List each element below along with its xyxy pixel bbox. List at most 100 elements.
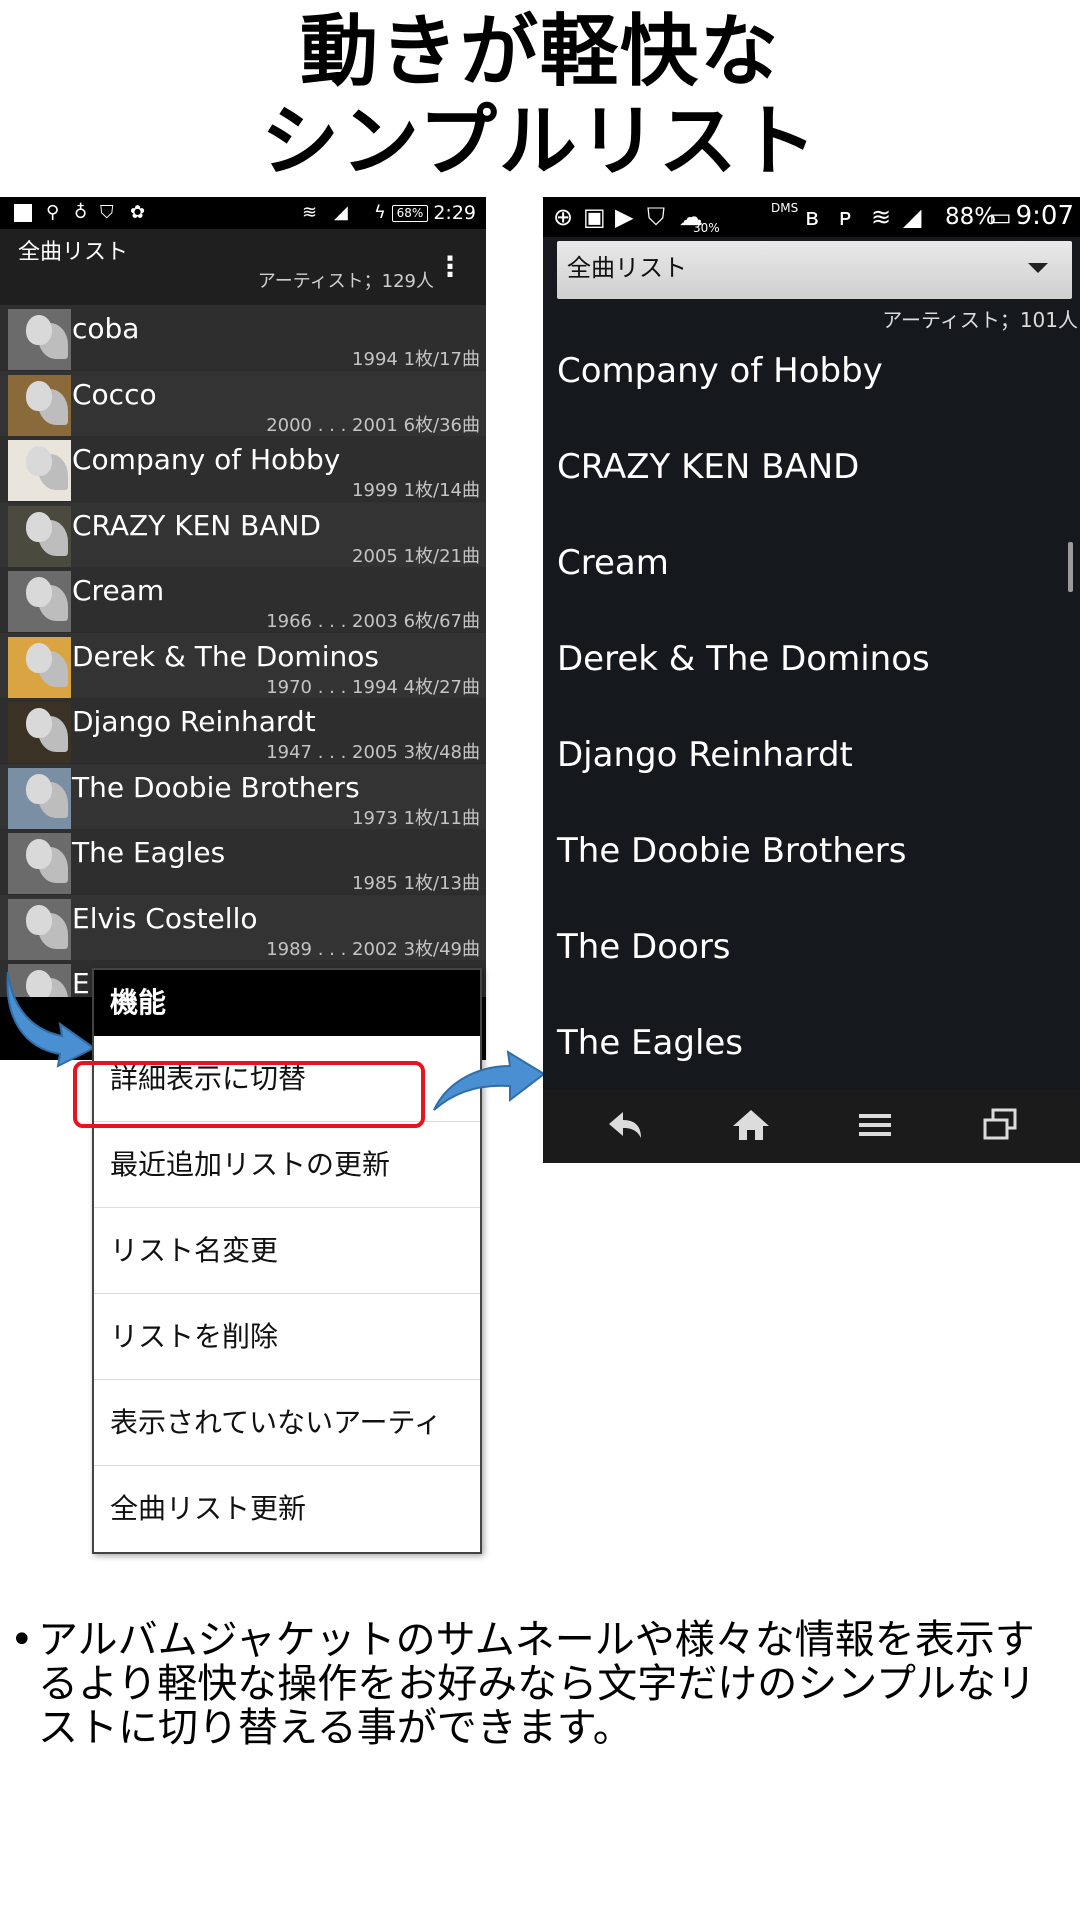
- list-item[interactable]: Cream: [557, 543, 669, 583]
- right-phone-screenshot: ⊕ ▣ ▶ ⛉ ☁ 30% DMS ʙ ᴘ ≋ ◢ 88% ▭ 9:07 全曲リ…: [543, 197, 1080, 1163]
- shield-icon: ⛉: [647, 203, 665, 231]
- list-item[interactable]: Django Reinhardt: [557, 735, 853, 775]
- notification-icon: [14, 204, 32, 222]
- album-thumbnail: [8, 309, 71, 370]
- thumbnail-figure: [26, 708, 52, 738]
- bulb-icon: ♁: [74, 202, 88, 223]
- left-app-header: 全曲リスト アーティスト；129人 ⋮: [0, 229, 486, 305]
- home-icon[interactable]: [721, 1100, 781, 1150]
- artist-meta: 1994 1枚/17曲: [352, 349, 480, 370]
- list-selector-dropdown[interactable]: 全曲リスト: [557, 241, 1072, 299]
- charging-icon: ϟ: [374, 202, 386, 223]
- artist-meta: 1999 1枚/14曲: [352, 480, 480, 501]
- artist-meta: 1973 1枚/11曲: [352, 807, 480, 829]
- signal-icon: ◢: [903, 203, 922, 231]
- left-status-bar: ⚲ ♁ ⛉ ✿ ≋ ◢ ϟ 68% 2:29: [0, 197, 486, 229]
- usb-icon: ⚲: [46, 202, 60, 223]
- menu-item-delete-list[interactable]: リストを削除: [94, 1294, 480, 1380]
- list-item[interactable]: CRAZY KEN BAND 2005 1枚/21曲: [0, 501, 486, 567]
- list-item[interactable]: coba 1994 1枚/17曲: [0, 305, 486, 370]
- list-item[interactable]: The Doors: [557, 927, 731, 967]
- menu-icon[interactable]: [845, 1100, 905, 1150]
- nfc-icon: ᴘ: [839, 203, 852, 231]
- list-item[interactable]: Cream 1966 . . . 2003 6枚/67曲: [0, 567, 486, 632]
- curved-arrow-icon: [433, 1050, 546, 1111]
- artist-name: Cocco: [72, 377, 157, 411]
- curved-arrow-icon: [6, 971, 96, 1068]
- menu-title: 機能: [94, 970, 480, 1036]
- back-icon[interactable]: [595, 1100, 655, 1150]
- list-item[interactable]: Derek & The Dominos: [557, 639, 930, 679]
- artist-meta: 1989 . . . 2002 3枚/49曲: [266, 938, 480, 960]
- left-phone-screenshot: ⚲ ♁ ⛉ ✿ ≋ ◢ ϟ 68% 2:29 全曲リスト アーティスト；129人…: [0, 197, 486, 1060]
- artist-name: The Doobie Brothers: [72, 770, 360, 804]
- thumbnail-figure: [26, 773, 52, 804]
- artist-name: Company of Hobby: [72, 443, 341, 476]
- list-item[interactable]: Company of Hobby 1999 1枚/14曲: [0, 436, 486, 501]
- recent-apps-icon[interactable]: [971, 1100, 1031, 1150]
- list-title: 全曲リスト: [18, 240, 129, 265]
- list-item[interactable]: CRAZY KEN BAND: [557, 447, 859, 487]
- list-item[interactable]: The Eagles 1985 1枚/13曲: [0, 829, 486, 894]
- android-icon: ✿: [130, 202, 146, 223]
- album-thumbnail: [8, 898, 71, 960]
- list-item[interactable]: Django Reinhardt 1947 . . . 2005 3枚/48曲: [0, 698, 486, 763]
- album-thumbnail: [8, 636, 71, 698]
- list-item[interactable]: Company of Hobby: [557, 351, 883, 391]
- thumbnail-figure: [26, 511, 52, 542]
- status-time: 9:07: [1015, 201, 1074, 231]
- status-time: 2:29: [433, 202, 476, 224]
- thumbnail-figure: [26, 642, 52, 673]
- artist-meta: 1985 1枚/13曲: [352, 873, 480, 894]
- display-icon: ▣: [583, 203, 606, 231]
- menu-item-update-recent[interactable]: 最近追加リストの更新: [94, 1122, 480, 1208]
- album-thumbnail: [8, 767, 71, 829]
- function-menu: 機能 詳細表示に切替 最近追加リストの更新 リスト名変更 リストを削除 表示され…: [92, 968, 482, 1554]
- album-thumbnail: [8, 440, 71, 501]
- list-item[interactable]: Elvis Costello 1989 . . . 2002 3枚/49曲: [0, 894, 486, 960]
- menu-item-rename-list[interactable]: リスト名変更: [94, 1208, 480, 1294]
- menu-item-refresh-all[interactable]: 全曲リスト更新: [94, 1466, 480, 1552]
- artist-name: Elvis Costello: [72, 901, 258, 935]
- menu-item-hidden-artists[interactable]: 表示されていないアーティ: [94, 1380, 480, 1466]
- bluetooth-icon: ʙ: [805, 203, 819, 231]
- add-icon: ⊕: [553, 203, 574, 231]
- list-item[interactable]: The Eagles: [557, 1023, 743, 1063]
- album-thumbnail: [8, 571, 71, 632]
- signal-icon: ◢: [334, 202, 348, 223]
- thumbnail-figure: [26, 577, 52, 607]
- scrollbar[interactable]: [1068, 542, 1073, 592]
- highlight-box: [73, 1061, 425, 1128]
- battery-indicator: 68%: [392, 205, 428, 222]
- bullet: •: [10, 1617, 34, 1663]
- weather-percent: 30%: [693, 221, 720, 235]
- shield-icon: ⛉: [100, 202, 114, 223]
- list-item[interactable]: Cocco 2000 . . . 2001 6枚/36曲: [0, 370, 486, 436]
- play-icon: ▶: [615, 203, 634, 231]
- thumbnail-figure: [26, 904, 52, 935]
- album-thumbnail: [8, 505, 71, 567]
- artist-name: Derek & The Dominos: [72, 639, 379, 673]
- artist-count: アーティスト；101人: [882, 308, 1078, 332]
- overflow-menu-icon[interactable]: ⋮: [436, 253, 464, 281]
- thumbnail-figure: [26, 380, 52, 411]
- dms-label: DMS: [771, 201, 799, 215]
- artist-name: coba: [72, 312, 140, 345]
- list-item[interactable]: The Doobie Brothers: [557, 831, 906, 871]
- artist-count: アーティスト；129人: [257, 271, 434, 292]
- artist-meta: 1970 . . . 1994 4枚/27曲: [266, 676, 480, 698]
- album-thumbnail: [8, 702, 71, 763]
- thumbnail-figure: [26, 839, 52, 869]
- album-thumbnail: [8, 374, 71, 436]
- battery-icon: ▭: [989, 203, 1012, 231]
- list-item[interactable]: The Doobie Brothers 1973 1枚/11曲: [0, 763, 486, 829]
- artist-name: Cream: [72, 574, 165, 607]
- description-text: アルバムジャケットのサムネールや様々な情報を表示するより軽快な操作をお好みなら文…: [38, 1617, 1036, 1751]
- artist-name: The Eagles: [72, 836, 226, 869]
- page-title-line1: 動きが軽快な: [299, 7, 780, 97]
- thumbnail-figure: [26, 315, 52, 345]
- artist-meta: 1947 . . . 2005 3枚/48曲: [266, 742, 480, 763]
- list-item[interactable]: Derek & The Dominos 1970 . . . 1994 4枚/27…: [0, 632, 486, 698]
- wifi-icon: ≋: [302, 202, 318, 223]
- artist-name: CRAZY KEN BAND: [72, 508, 321, 542]
